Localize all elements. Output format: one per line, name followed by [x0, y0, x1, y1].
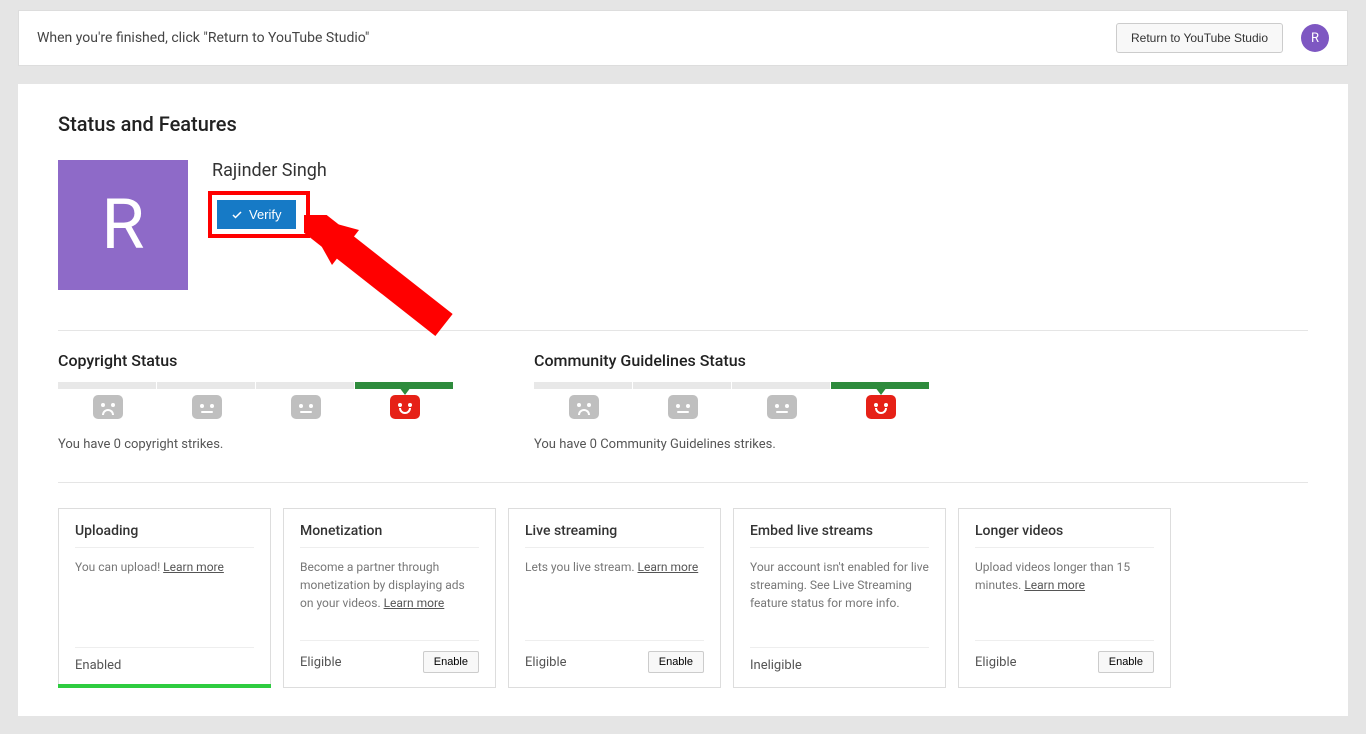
card-title: Embed live streams [750, 523, 929, 548]
card-title: Live streaming [525, 523, 704, 548]
card-desc: Your account isn't enabled for live stre… [750, 558, 929, 647]
card-status: Eligible [975, 655, 1017, 670]
profile-info: Rajinder Singh Verify [208, 160, 327, 238]
avatar-large: R [58, 160, 188, 290]
happy-face-icon [390, 395, 420, 419]
card-title: Monetization [300, 523, 479, 548]
top-bar-right: Return to YouTube Studio R [1116, 23, 1329, 53]
bar-segment [58, 382, 156, 389]
neutral-face-icon [668, 395, 698, 419]
card-status: Enabled [75, 658, 121, 673]
copyright-text: You have 0 copyright strikes. [58, 437, 454, 452]
card-footer: Ineligible [750, 647, 929, 673]
card-desc: Lets you live stream. Learn more [525, 558, 704, 640]
card-monetization: Monetization Become a partner through mo… [283, 508, 496, 688]
top-bar: When you're finished, click "Return to Y… [18, 10, 1348, 66]
feature-cards: Uploading You can upload! Learn more Ena… [58, 508, 1308, 688]
copyright-title: Copyright Status [58, 351, 454, 370]
sad-face-icon [569, 395, 599, 419]
card-desc: Become a partner through monetization by… [300, 558, 479, 640]
neutral-face-icon [767, 395, 797, 419]
card-title: Longer videos [975, 523, 1154, 548]
community-status-block: Community Guidelines Status You have 0 C… [534, 351, 930, 452]
enable-button[interactable]: Enable [1098, 651, 1154, 673]
happy-face-icon [866, 395, 896, 419]
neutral-face-icon [192, 395, 222, 419]
copyright-faces [58, 395, 454, 419]
enable-button[interactable]: Enable [648, 651, 704, 673]
card-footer: Eligible Enable [975, 640, 1154, 673]
learn-more-link[interactable]: Learn more [1024, 578, 1085, 592]
enable-button[interactable]: Enable [423, 651, 479, 673]
main-panel: Status and Features R Rajinder Singh Ver… [18, 84, 1348, 716]
community-text: You have 0 Community Guidelines strikes. [534, 437, 930, 452]
verify-button-label: Verify [249, 207, 282, 222]
channel-name: Rajinder Singh [212, 160, 327, 181]
card-status: Eligible [300, 655, 342, 670]
bar-segment [534, 382, 632, 389]
card-status: Ineligible [750, 658, 802, 673]
neutral-face-icon [291, 395, 321, 419]
learn-more-link[interactable]: Learn more [384, 596, 445, 610]
check-icon [231, 209, 243, 221]
card-desc: You can upload! Learn more [75, 558, 254, 647]
card-uploading: Uploading You can upload! Learn more Ena… [58, 508, 271, 688]
top-bar-message: When you're finished, click "Return to Y… [37, 30, 369, 46]
bar-segment [633, 382, 731, 389]
status-row: Copyright Status You have 0 copyright st… [58, 351, 1308, 483]
learn-more-link[interactable]: Learn more [638, 560, 699, 574]
bar-segment [256, 382, 354, 389]
community-title: Community Guidelines Status [534, 351, 930, 370]
learn-more-link[interactable]: Learn more [163, 560, 224, 574]
card-live-streaming: Live streaming Lets you live stream. Lea… [508, 508, 721, 688]
card-footer: Eligible Enable [525, 640, 704, 673]
card-status: Eligible [525, 655, 567, 670]
copyright-bar [58, 382, 454, 389]
verify-highlight-box: Verify [208, 191, 310, 238]
bar-segment [157, 382, 255, 389]
bar-segment [732, 382, 830, 389]
copyright-status-block: Copyright Status You have 0 copyright st… [58, 351, 454, 452]
card-title: Uploading [75, 523, 254, 548]
card-embed-live: Embed live streams Your account isn't en… [733, 508, 946, 688]
profile-section: R Rajinder Singh Verify [58, 160, 1308, 331]
verify-button[interactable]: Verify [217, 200, 296, 229]
card-footer: Eligible Enable [300, 640, 479, 673]
sad-face-icon [93, 395, 123, 419]
card-longer-videos: Longer videos Upload videos longer than … [958, 508, 1171, 688]
avatar-small[interactable]: R [1301, 24, 1329, 52]
page-title: Status and Features [58, 112, 1308, 136]
card-footer: Enabled [75, 647, 254, 673]
card-desc: Upload videos longer than 15 minutes. Le… [975, 558, 1154, 640]
return-to-studio-button[interactable]: Return to YouTube Studio [1116, 23, 1283, 53]
community-faces [534, 395, 930, 419]
community-bar [534, 382, 930, 389]
